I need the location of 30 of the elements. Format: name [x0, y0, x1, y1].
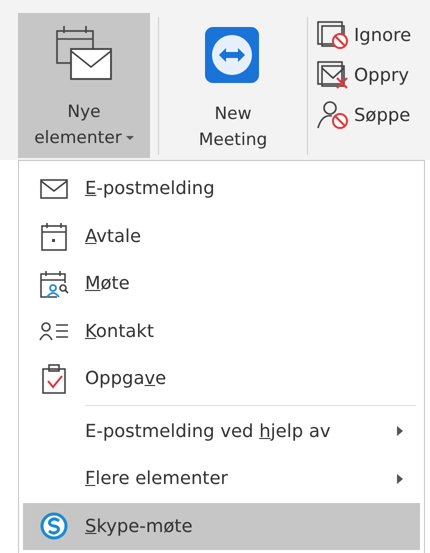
- ribbon-button[interactable]: Nye elementer: [18, 13, 150, 158]
- skype-icon: [39, 511, 69, 542]
- menu-item[interactable]: E-postmelding ved hjelp av: [23, 408, 420, 455]
- junk-icon: [316, 100, 350, 130]
- menu-item[interactable]: Avtale: [23, 212, 420, 260]
- clipboard-check-icon: [41, 364, 67, 394]
- menu-item-label: E-postmelding: [85, 178, 216, 200]
- menu-item-label: Kontakt: [85, 320, 155, 342]
- menu-item-label: Skype-møte: [85, 516, 194, 537]
- menu-item[interactable]: Skype-møte: [23, 502, 420, 550]
- menu-item[interactable]: Kontakt: [23, 308, 420, 355]
- menu-item[interactable]: E-postmelding: [23, 165, 420, 212]
- menu-item-label: E-postmelding ved hjelp av: [85, 420, 332, 442]
- envelope-icon: [40, 178, 68, 199]
- ribbon-small-button[interactable]: Oppry: [316, 59, 412, 91]
- ignore-icon: [316, 20, 350, 50]
- menu-item-label: Møte: [85, 273, 131, 294]
- menu-item-label: Flere elementer: [85, 468, 229, 490]
- contact-card-icon: [39, 321, 69, 342]
- menu-item[interactable]: Oppgave: [23, 355, 420, 402]
- ribbon-button[interactable]: New Meeting: [167, 13, 299, 158]
- ribbon-small-button[interactable]: Ignore: [316, 19, 412, 51]
- menu-item-label: Avtale: [85, 226, 142, 247]
- calendar-icon: [40, 221, 68, 252]
- menu-item[interactable]: Møte: [23, 260, 420, 308]
- menu-item[interactable]: Flere elementer: [23, 455, 420, 502]
- meeting-calendar-icon: [39, 268, 69, 299]
- menu-item-label: Oppgave: [85, 368, 168, 390]
- clean-up-icon: [316, 60, 350, 90]
- ribbon-small-button[interactable]: Søppe: [316, 99, 412, 131]
